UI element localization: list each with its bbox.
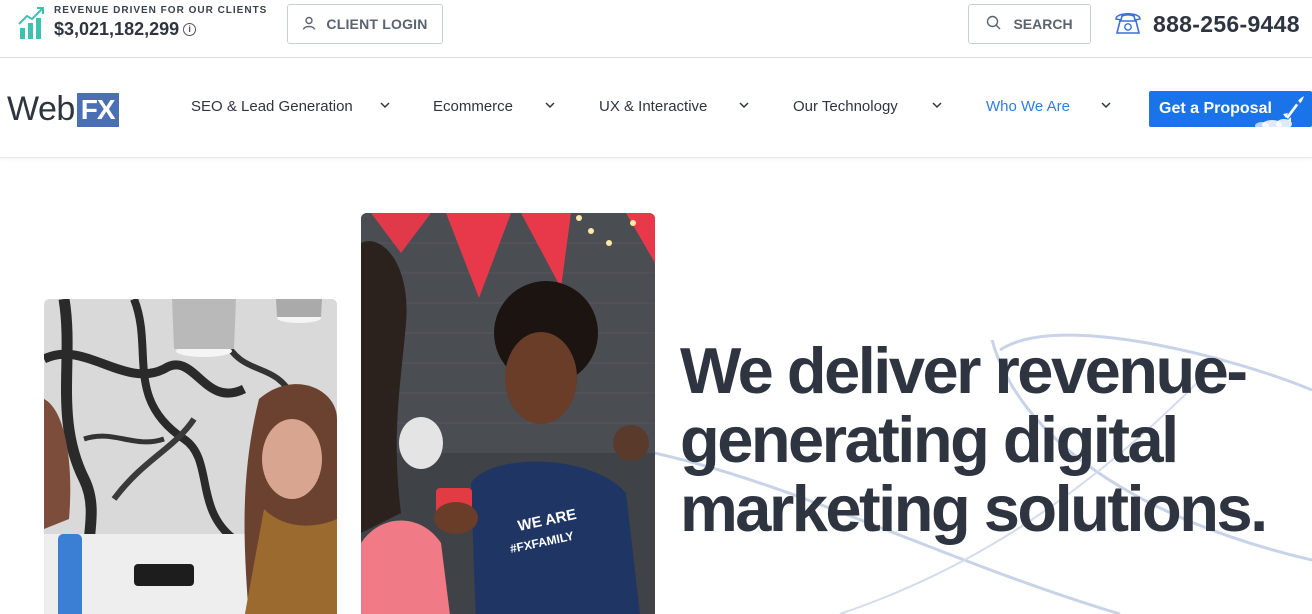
revenue-label: REVENUE DRIVEN FOR OUR CLIENTS <box>54 5 268 16</box>
logo-text-fx: FX <box>76 92 119 127</box>
search-label: SEARCH <box>1013 16 1073 32</box>
user-icon <box>302 16 326 33</box>
nav-item-our-technology[interactable]: Our Technology <box>793 98 942 115</box>
chevron-down-icon <box>739 102 749 109</box>
get-a-proposal-button[interactable]: Get a Proposal <box>1149 91 1312 127</box>
growth-chart-icon <box>18 4 54 45</box>
client-login-button[interactable]: CLIENT LOGIN <box>287 4 443 44</box>
nav-item-ecommerce[interactable]: Ecommerce <box>433 98 555 115</box>
nav-item-ux-interactive[interactable]: UX & Interactive <box>599 98 749 115</box>
hero-headline-line: We deliver revenue- <box>680 334 1248 407</box>
office-meeting-photo <box>44 299 337 614</box>
nav-item-label: Ecommerce <box>433 98 514 115</box>
utility-bar: REVENUE DRIVEN FOR OUR CLIENTS $3,021,18… <box>0 0 1312 58</box>
team-member-photo: WE ARE #FXFAMILY <box>361 213 655 614</box>
nav-item-label: Who We Are <box>986 98 1070 115</box>
client-login-label: CLIENT LOGIN <box>326 16 428 32</box>
nav-item-label: UX & Interactive <box>599 98 708 115</box>
nav-item-who-we-are[interactable]: Who We Are <box>986 98 1111 115</box>
phone-link[interactable]: 888-256-9448 <box>1113 9 1300 40</box>
revenue-amount: $3,021,182,299 <box>54 19 180 39</box>
nav-item-seo-lead-generation[interactable]: SEO & Lead Generation <box>191 98 390 115</box>
telephone-icon <box>1113 9 1153 40</box>
chevron-down-icon <box>380 102 390 109</box>
nav-item-label: Our Technology <box>793 98 898 115</box>
chevron-down-icon <box>545 102 555 109</box>
chevron-down-icon <box>1101 102 1111 109</box>
chevron-down-icon <box>932 102 942 109</box>
logo-text-web: Web <box>7 90 75 128</box>
main-navigation: Web FX SEO & Lead Generation Ecommerce U… <box>0 58 1312 158</box>
revenue-value: $3,021,182,299 i <box>54 19 267 40</box>
webfx-logo[interactable]: Web FX <box>7 90 119 129</box>
hero-headline-line: marketing solutions. <box>680 472 1268 545</box>
hero-headline: We deliver revenue- generating digital m… <box>680 336 1300 543</box>
phone-number: 888-256-9448 <box>1153 11 1300 37</box>
search-icon <box>986 15 1013 33</box>
revenue-counter: REVENUE DRIVEN FOR OUR CLIENTS $3,021,18… <box>18 4 267 45</box>
hero-headline-line: generating digital <box>680 403 1179 476</box>
rocket-icon <box>1250 93 1306 127</box>
nav-item-label: SEO & Lead Generation <box>191 98 353 115</box>
info-icon[interactable]: i <box>183 23 197 36</box>
search-button[interactable]: SEARCH <box>968 4 1091 44</box>
